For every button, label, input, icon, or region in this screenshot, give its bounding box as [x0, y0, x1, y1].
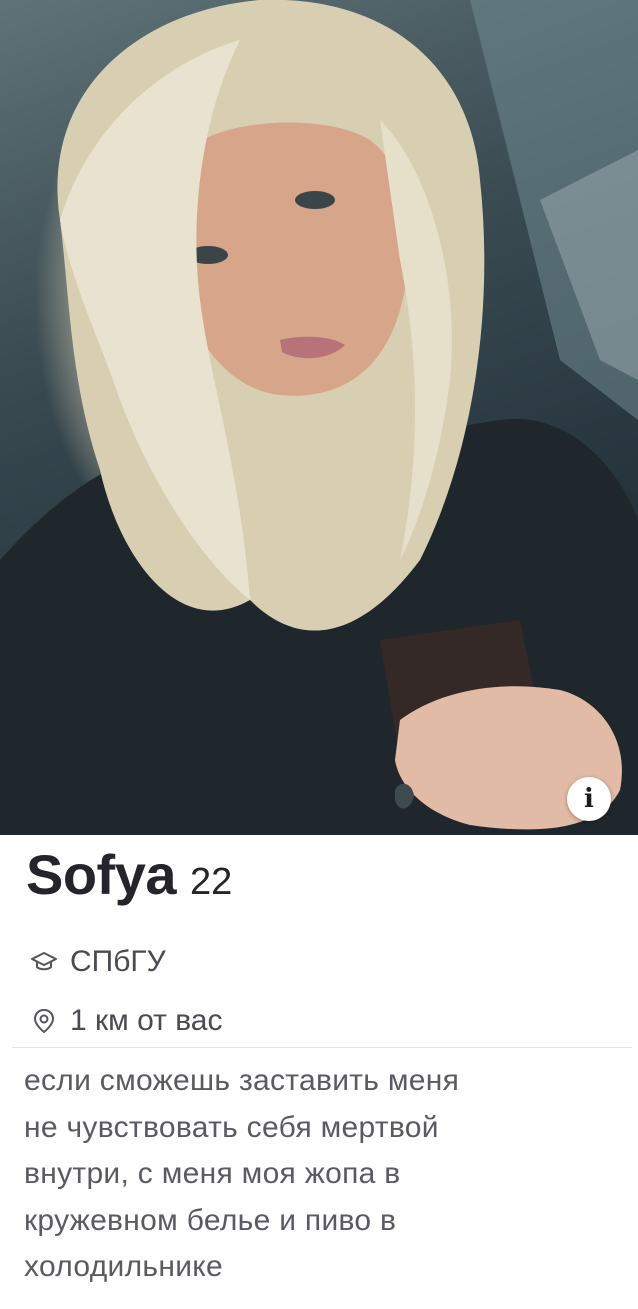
school-label: СПбГУ	[70, 945, 166, 978]
divider	[12, 1047, 632, 1048]
bio-line: холодильнике	[24, 1250, 224, 1283]
bio-line: если сможешь заставить меня	[24, 1064, 460, 1097]
school-row: СПбГУ	[30, 945, 166, 979]
bio-text: если сможешь заставить меня не чувствова…	[24, 1058, 624, 1291]
bio-line: внутри, с меня моя жопа в	[24, 1157, 401, 1190]
profile-header: Sofya 22	[26, 842, 232, 922]
location-pin-icon	[30, 1007, 58, 1035]
profile-age: 22	[190, 861, 233, 903]
graduation-cap-icon	[30, 948, 58, 976]
bio-line: кружевном белье и пиво в	[24, 1203, 397, 1237]
distance-row: 1 км от вас	[30, 1004, 223, 1038]
bio-line: не чувствовать себя мертвой	[24, 1110, 439, 1144]
info-icon: i	[584, 784, 594, 814]
info-button[interactable]: i	[567, 777, 611, 821]
photo-illustration	[0, 0, 638, 835]
distance-label: 1 км от вас	[70, 1004, 223, 1037]
profile-name: Sofya	[26, 843, 177, 906]
profile-photo[interactable]: i	[0, 0, 638, 835]
